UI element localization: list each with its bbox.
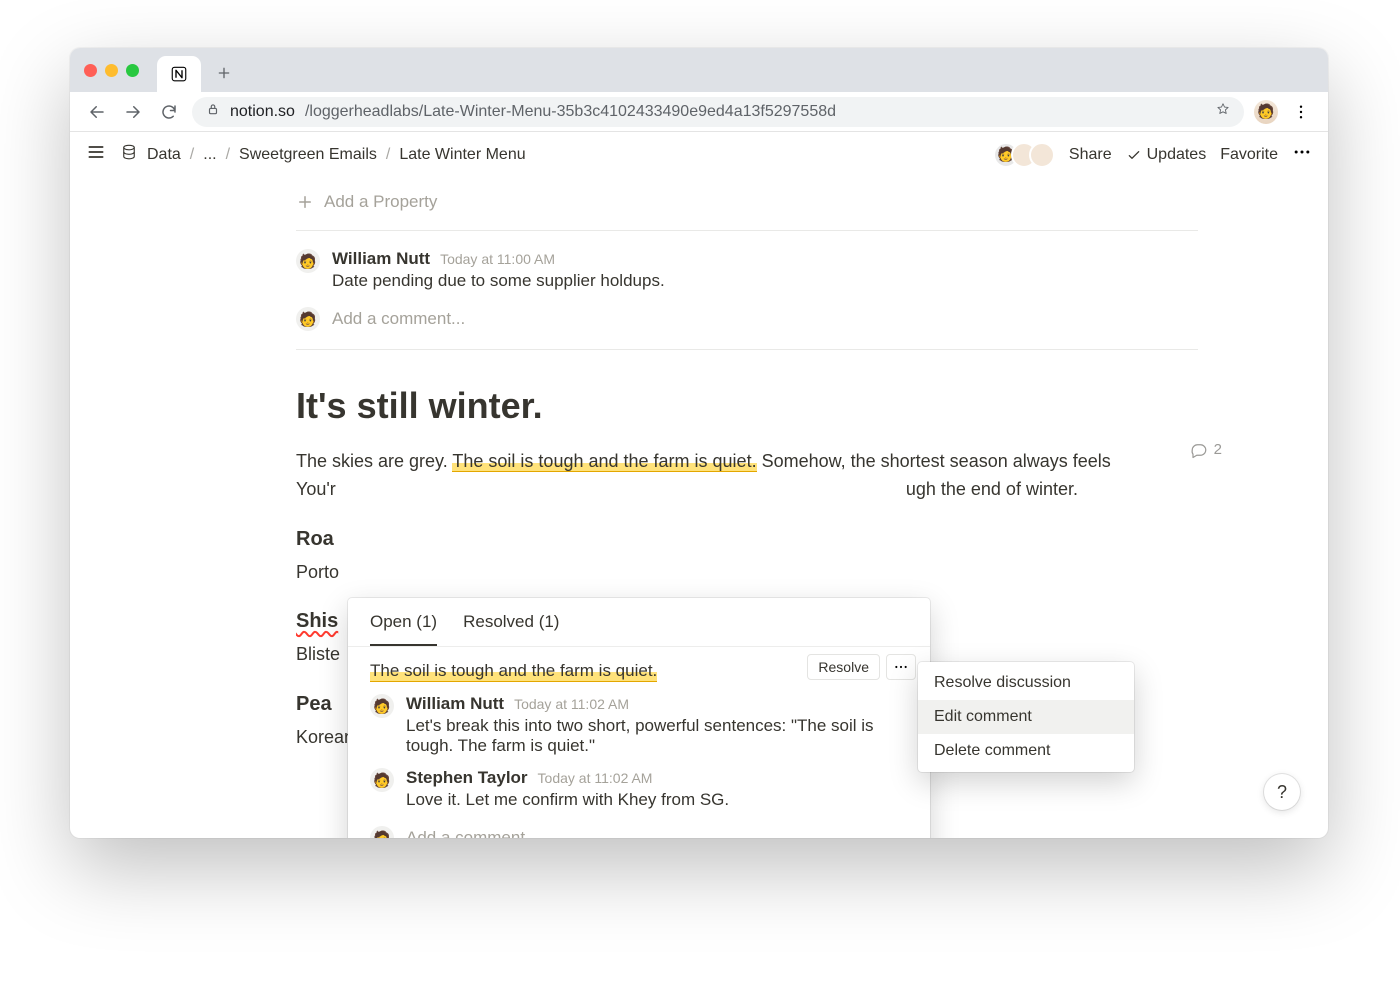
- updates-button[interactable]: Updates: [1126, 146, 1207, 164]
- page-more-button[interactable]: [1292, 142, 1312, 167]
- dots-horizontal-icon: [1292, 142, 1312, 162]
- thread-comment: William Nutt Today at 11:02 AM Let's bre…: [370, 694, 908, 756]
- quoted-text: The soil is tough and the farm is quiet.: [370, 661, 657, 682]
- menu-edit-comment[interactable]: Edit comment: [918, 700, 1134, 734]
- browser-toolbar: notion.so/loggerheadlabs/Late-Winter-Men…: [70, 92, 1328, 132]
- share-button[interactable]: Share: [1069, 146, 1112, 164]
- breadcrumb-data[interactable]: Data: [144, 144, 184, 166]
- dots-horizontal-icon: [893, 659, 909, 675]
- inline-comment-count-value: 2: [1214, 438, 1222, 461]
- reload-button[interactable]: [156, 99, 182, 125]
- tab-open[interactable]: Open (1): [370, 612, 437, 646]
- plus-icon: [216, 65, 232, 81]
- check-icon: [1126, 147, 1142, 163]
- notion-icon: [170, 65, 188, 83]
- comment-more-button[interactable]: [886, 654, 916, 680]
- menu-resolve-discussion[interactable]: Resolve discussion: [918, 666, 1134, 700]
- tab-resolved[interactable]: Resolved (1): [463, 612, 559, 646]
- database-icon: [120, 143, 138, 166]
- close-window-button[interactable]: [84, 64, 97, 77]
- star-icon: [1216, 102, 1230, 116]
- avatar: [370, 694, 394, 718]
- arrow-right-icon: [124, 103, 142, 121]
- browser-window: notion.so/loggerheadlabs/Late-Winter-Men…: [70, 48, 1328, 838]
- comment-author: Stephen Taylor: [406, 768, 528, 788]
- forward-button[interactable]: [120, 99, 146, 125]
- notion-topbar: Data / ... / Sweetgreen Emails / Late Wi…: [70, 132, 1328, 178]
- comment-time: Today at 11:02 AM: [514, 696, 629, 712]
- address-bar[interactable]: notion.so/loggerheadlabs/Late-Winter-Men…: [192, 97, 1244, 127]
- browser-menu-button[interactable]: [1288, 99, 1314, 125]
- menu-delete-comment[interactable]: Delete comment: [918, 734, 1134, 768]
- paragraph[interactable]: You'r ugh the end of winter.: [296, 476, 1178, 504]
- plus-icon: [296, 193, 314, 211]
- arrow-left-icon: [88, 103, 106, 121]
- inline-comment-count[interactable]: 2: [1190, 438, 1222, 461]
- help-button[interactable]: ?: [1264, 774, 1300, 810]
- bookmark-button[interactable]: [1216, 102, 1230, 121]
- page-comment: William Nutt Today at 11:00 AM Date pend…: [296, 249, 1198, 291]
- paragraph[interactable]: The skies are grey. The soil is tough an…: [296, 448, 1178, 476]
- browser-tabstrip: [70, 48, 1328, 92]
- page-heading[interactable]: It's still winter.: [296, 378, 1178, 434]
- breadcrumb-parent[interactable]: Sweetgreen Emails: [236, 144, 380, 166]
- add-property-label: Add a Property: [324, 192, 437, 212]
- add-comment-input[interactable]: Add a comment...: [332, 309, 465, 329]
- thread-comment: Stephen Taylor Today at 11:02 AM Love it…: [370, 768, 908, 810]
- add-property-button[interactable]: Add a Property: [296, 178, 1198, 230]
- window-controls: [84, 64, 139, 77]
- presence-facepile[interactable]: [993, 142, 1055, 168]
- avatar: [296, 249, 320, 273]
- favorite-button[interactable]: Favorite: [1220, 146, 1278, 164]
- comment-thread-popover: Open (1) Resolved (1) Resolve The soil i…: [348, 598, 930, 838]
- highlighted-text[interactable]: The soil is tough and the farm is quiet.: [452, 451, 756, 472]
- avatar: [296, 307, 320, 331]
- comment-icon: [1190, 441, 1208, 459]
- comment-author: William Nutt: [406, 694, 504, 714]
- paragraph[interactable]: Porto: [296, 559, 1178, 587]
- lock-icon: [206, 102, 220, 121]
- comment-body: Date pending due to some supplier holdup…: [332, 271, 665, 291]
- new-tab-button[interactable]: [209, 58, 239, 88]
- minimize-window-button[interactable]: [105, 64, 118, 77]
- breadcrumb-current[interactable]: Late Winter Menu: [396, 144, 528, 166]
- browser-tab-notion[interactable]: [157, 56, 201, 92]
- comment-time: Today at 11:02 AM: [538, 770, 653, 786]
- comment-author: William Nutt: [332, 249, 430, 269]
- zoom-window-button[interactable]: [126, 64, 139, 77]
- popover-tabs: Open (1) Resolved (1): [348, 598, 930, 647]
- profile-avatar-icon[interactable]: [1254, 100, 1278, 124]
- resolve-button[interactable]: Resolve: [807, 654, 880, 680]
- kebab-icon: [1292, 103, 1310, 121]
- add-comment-input[interactable]: Add a comment...: [406, 828, 539, 838]
- comment-body: Let's break this into two short, powerfu…: [406, 716, 908, 756]
- comment-context-menu: Resolve discussion Edit comment Delete c…: [918, 662, 1134, 772]
- breadcrumb: Data / ... / Sweetgreen Emails / Late Wi…: [120, 143, 529, 166]
- comment-time: Today at 11:00 AM: [440, 251, 555, 267]
- back-button[interactable]: [84, 99, 110, 125]
- reload-icon: [160, 103, 178, 121]
- comment-body: Love it. Let me confirm with Khey from S…: [406, 790, 729, 810]
- avatar: [370, 826, 394, 838]
- url-path: /loggerheadlabs/Late-Winter-Menu-35b3c41…: [305, 103, 836, 121]
- sidebar-toggle-button[interactable]: [86, 142, 106, 167]
- avatar: [370, 768, 394, 792]
- divider: [296, 349, 1198, 350]
- presence-avatar-icon: [1029, 142, 1055, 168]
- updates-label: Updates: [1147, 146, 1207, 164]
- breadcrumb-ellipsis[interactable]: ...: [200, 144, 219, 166]
- hamburger-icon: [86, 142, 106, 162]
- subheading[interactable]: Roa: [296, 524, 1178, 555]
- url-host: notion.so: [230, 103, 295, 121]
